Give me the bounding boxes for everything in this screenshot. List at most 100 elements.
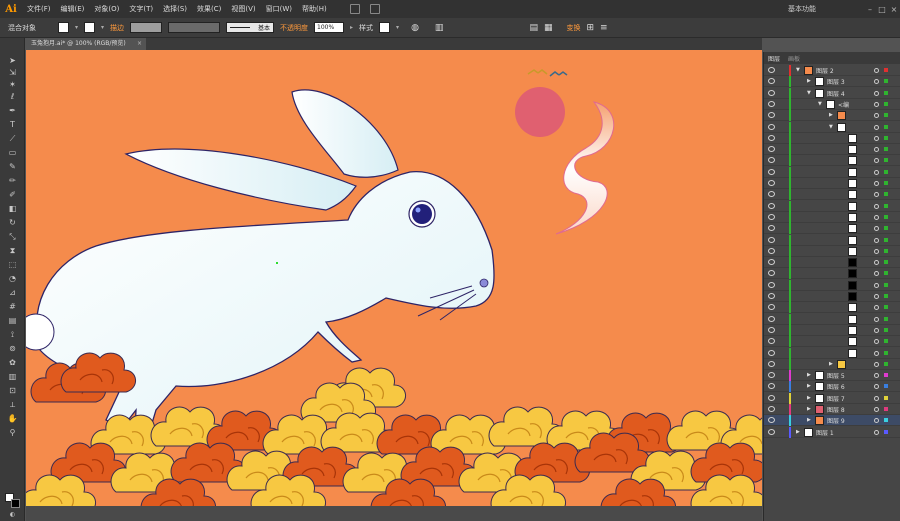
menu-view[interactable]: 视图(V) [226,0,260,18]
stroke-color-swatch[interactable] [84,22,96,33]
visibility-eye-icon[interactable] [768,259,775,266]
menu-file[interactable]: 文件(F) [22,0,56,18]
target-circle-icon[interactable] [874,395,879,401]
selection-indicator[interactable] [884,395,888,400]
lasso-icon[interactable]: ℓ [7,92,18,101]
ribbon[interactable] [555,101,615,235]
visibility-eye-icon[interactable] [768,146,775,153]
selection-indicator[interactable] [884,429,888,434]
visibility-eye-icon[interactable] [768,191,775,198]
close-tab-icon[interactable]: × [137,38,142,50]
visibility-eye-icon[interactable] [768,112,775,119]
chevron-down-icon[interactable]: ▾ [101,24,104,31]
rectangle-tool-icon[interactable]: ▭ [7,148,18,157]
selection-indicator[interactable] [884,316,888,321]
type-tool-icon[interactable]: T [7,120,18,129]
line-tool-icon[interactable]: ⟋ [7,134,18,143]
layer-name[interactable]: 图层 1 [816,428,834,437]
target-circle-icon[interactable] [874,192,879,198]
expand-icon[interactable]: ▶ [807,78,811,84]
layer-row[interactable] [764,223,900,235]
expand-icon[interactable]: ▶ [807,406,811,412]
layer-row[interactable]: ▶ 图层 7 [764,392,900,404]
selection-indicator[interactable] [884,192,888,197]
visibility-eye-icon[interactable] [768,406,775,412]
layer-row[interactable] [764,347,900,359]
transform-label[interactable]: 变换 [566,23,580,33]
visibility-eye-icon[interactable] [768,293,775,299]
column-graph-icon[interactable]: ▥ [7,372,18,381]
recolor-icon[interactable]: ◍ [411,23,419,33]
layer-row[interactable]: ▶ 图层 6 [764,381,900,393]
selection-indicator[interactable] [884,124,888,129]
layer-row[interactable] [764,234,900,246]
layer-name[interactable]: 图层 5 [827,371,845,380]
paintbrush-icon[interactable]: ✎ [7,162,18,171]
free-transform-icon[interactable]: ⬚ [7,260,18,269]
arrange-documents-icon[interactable] [369,4,380,14]
layer-row[interactable] [764,144,900,156]
align-to-icon[interactable]: ▤ [529,23,538,33]
visibility-eye-icon[interactable] [768,383,775,390]
expand-icon[interactable]: ▶ [829,112,833,118]
blend-tool-icon[interactable]: ⊚ [7,344,18,353]
visibility-eye-icon[interactable] [768,123,775,130]
selection-indicator[interactable] [884,79,888,84]
bridge-icon[interactable] [349,4,360,14]
stroke-weight-field[interactable] [130,22,163,33]
target-circle-icon[interactable] [874,124,879,130]
gradient-tool-icon[interactable]: ▤ [7,316,18,325]
stroke-swatch[interactable] [11,499,20,508]
visibility-eye-icon[interactable] [768,315,775,322]
tab-layers[interactable]: 图层 [768,54,780,63]
visibility-eye-icon[interactable] [768,360,775,367]
layer-row[interactable]: ▼ <编 [764,98,900,110]
target-circle-icon[interactable] [874,260,879,266]
layer-row[interactable] [764,336,900,348]
visibility-eye-icon[interactable] [768,394,775,401]
fill-color-swatch[interactable] [58,22,69,33]
selection-indicator[interactable] [884,271,888,276]
layer-row[interactable] [764,257,900,269]
menu-help[interactable]: 帮助(H) [297,0,332,18]
mesh-tool-icon[interactable]: # [7,302,18,311]
eyedropper-icon[interactable]: ⟟ [7,330,18,339]
layer-row[interactable] [764,313,900,325]
layer-row[interactable]: ▶ 图层 8 [764,404,900,415]
layer-row[interactable] [764,178,900,189]
zoom-tool-icon[interactable]: ⚲ [7,428,18,437]
brush-definition[interactable]: 基本 [226,22,275,33]
visibility-eye-icon[interactable] [768,225,775,232]
visibility-eye-icon[interactable] [768,428,775,435]
layer-name[interactable]: 图层 9 [827,416,845,425]
layer-row[interactable] [764,291,900,302]
selection-indicator[interactable] [884,101,888,106]
target-circle-icon[interactable] [874,327,879,333]
moon[interactable] [515,87,565,137]
target-circle-icon[interactable] [874,147,879,153]
visibility-eye-icon[interactable] [768,157,775,164]
layer-row[interactable] [764,324,900,336]
layer-row[interactable] [764,279,900,291]
chevron-down-icon[interactable]: ▾ [75,24,78,31]
magic-wand-icon[interactable]: ✶ [7,80,18,89]
target-circle-icon[interactable] [874,271,879,277]
target-circle-icon[interactable] [874,169,879,175]
visibility-eye-icon[interactable] [768,417,775,424]
opacity-label[interactable]: 不透明度 [280,23,308,33]
close-icon[interactable]: × [888,5,900,14]
align-icon[interactable]: ▥ [435,23,444,33]
expand-icon[interactable]: ▶ [807,395,811,401]
selection-indicator[interactable] [884,373,888,378]
expand-icon[interactable]: ▶ [807,417,811,423]
target-circle-icon[interactable] [874,361,879,367]
layer-row[interactable] [764,155,900,167]
visibility-eye-icon[interactable] [768,281,775,288]
horizontal-scrollbar[interactable] [26,506,762,521]
workspace-switcher[interactable]: 基本功能 [788,4,816,14]
visibility-eye-icon[interactable] [768,372,775,379]
chevron-right-icon[interactable]: ▸ [350,24,353,31]
selection-indicator[interactable] [884,147,888,152]
layer-row[interactable]: ▼ [764,121,900,133]
selection-indicator[interactable] [884,260,888,265]
